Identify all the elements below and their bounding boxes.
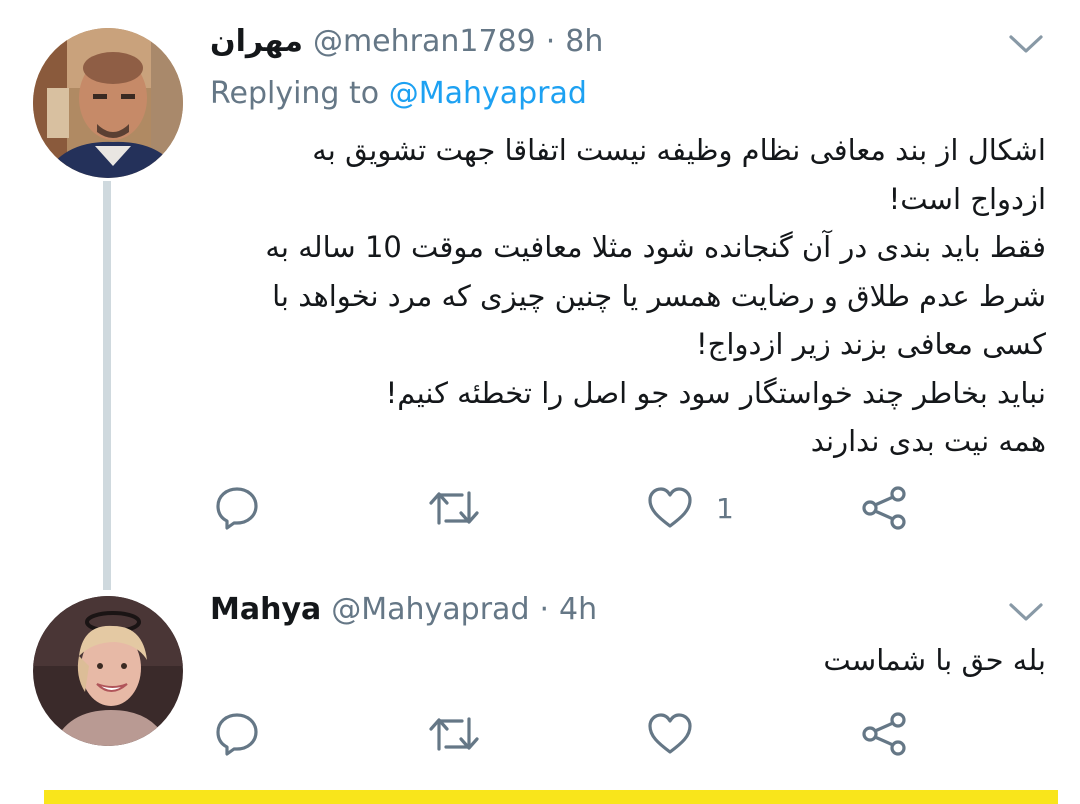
- action-bar: [0, 711, 1080, 761]
- tweet-text-line: اشکال از بند معافی نظام وظیفه نیست اتفاق…: [312, 133, 1046, 167]
- tweet-header: مهران @mehran1789 · 8h: [210, 24, 603, 59]
- timestamp[interactable]: 4h: [559, 592, 597, 627]
- chevron-down-icon[interactable]: [1008, 600, 1044, 624]
- reply-icon: [216, 713, 258, 756]
- retweet-icon: [429, 491, 479, 525]
- tweet-text-line: شرط عدم طلاق و رضایت همسر یا چنین چیزی ک…: [272, 278, 1046, 313]
- replying-label: Replying to: [210, 76, 380, 111]
- chevron-down-icon[interactable]: [1008, 32, 1044, 56]
- tweet-text-line: کسی معافی بزند زیر ازدواج!: [696, 327, 1046, 361]
- heart-icon: [648, 713, 692, 754]
- heart-icon: [648, 487, 692, 528]
- separator-dot: ·: [539, 592, 550, 627]
- tweet-text: اشکال از بند معافی نظام وظیفه نیست اتفاق…: [206, 126, 1046, 466]
- tweet-header: Mahya @Mahyaprad · 4h: [210, 592, 597, 627]
- author-handle[interactable]: @Mahyaprad: [331, 592, 529, 627]
- timestamp[interactable]: 8h: [565, 24, 603, 59]
- author-name[interactable]: Mahya: [210, 592, 321, 627]
- separator-dot: ·: [545, 24, 556, 59]
- tweet-text-line: بله حق با شماست: [823, 643, 1046, 677]
- tweet[interactable]: مهران @mehran1789 · 8h Replying to @Mahy…: [0, 0, 1080, 590]
- tweet-text: بله حق با شماست: [206, 636, 1046, 685]
- tweet-text-line: نباید بخاطر چند خواستگار سود جو اصل را ت…: [385, 375, 1046, 410]
- like-button[interactable]: 1: [646, 485, 734, 531]
- share-icon: [862, 712, 906, 756]
- author-name[interactable]: مهران: [210, 24, 303, 59]
- avatar[interactable]: [33, 28, 183, 178]
- tweet[interactable]: Mahya @Mahyaprad · 4h بله حق با شماست: [0, 580, 1080, 790]
- share-button[interactable]: [860, 485, 908, 531]
- retweet-button[interactable]: [428, 711, 480, 757]
- tweet-text-line: فقط باید بندی در آن گنجانده شود مثلا معا…: [265, 230, 1046, 264]
- like-count: 1: [716, 491, 734, 525]
- mention-link[interactable]: @Mahyaprad: [389, 76, 587, 111]
- reply-icon: [216, 487, 258, 530]
- action-bar: 1: [0, 485, 1080, 535]
- retweet-button[interactable]: [428, 485, 480, 531]
- tweet-text-line: همه نیت بدی ندارند: [810, 424, 1046, 458]
- reply-button[interactable]: [214, 485, 260, 531]
- bottom-banner: [44, 790, 1058, 804]
- share-button[interactable]: [860, 711, 908, 757]
- tweet-text-line: ازدواج است!: [888, 181, 1046, 216]
- retweet-icon: [429, 717, 479, 751]
- replying-to: Replying to @Mahyaprad: [210, 76, 587, 111]
- like-button[interactable]: [646, 711, 716, 757]
- share-icon: [862, 486, 906, 530]
- author-handle[interactable]: @mehran1789: [313, 24, 536, 59]
- reply-button[interactable]: [214, 711, 260, 757]
